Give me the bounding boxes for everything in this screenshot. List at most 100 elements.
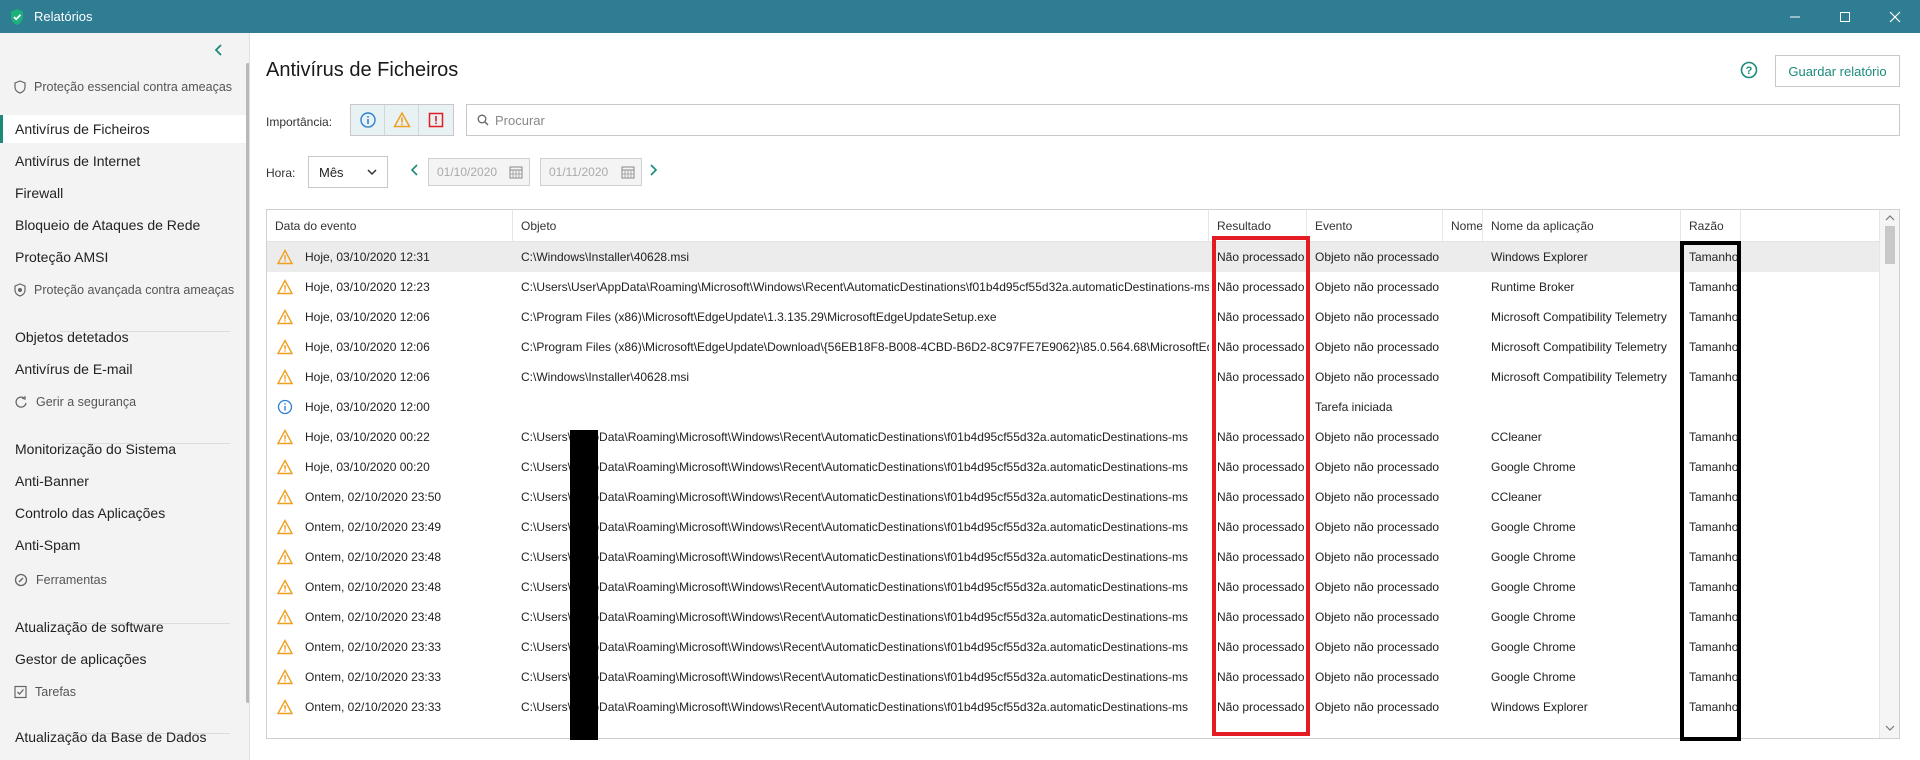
cell-event-date: Hoje, 03/10/2020 00:20 [305,460,430,474]
cell-object: C:\Users\ \AppData\Roaming\Microsoft\Win… [521,550,1188,564]
warning-icon [267,272,297,302]
sidebar-item-anti-spam[interactable]: Anti-Spam [0,531,246,559]
table-row[interactable]: Ontem, 02/10/2020 23:48 C:\Users\ \AppDat… [267,602,1879,632]
cell-app-name: Google Chrome [1491,580,1576,594]
table-row[interactable]: Ontem, 02/10/2020 23:33 C:\Users\ \AppDat… [267,692,1879,722]
table-row[interactable]: Hoje, 03/10/2020 00:20 C:\Users\ \AppData… [267,452,1879,482]
info-icon [267,392,297,422]
search-input[interactable] [495,112,1875,128]
title-bar: Relatórios [0,0,1920,33]
cell-app-name: Microsoft Compatibility Telemetry [1491,340,1667,354]
period-select[interactable]: Mês [308,156,388,188]
sidebar-item-system-watcher[interactable]: Monitorização do Sistema [0,435,246,463]
sidebar-item-web-antivirus[interactable]: Antivírus de Internet [0,147,246,175]
shield-icon [14,80,26,94]
column-header-app-name[interactable]: Nome da aplicação [1483,210,1681,242]
scrollbar-thumb[interactable] [1885,226,1895,264]
table-row[interactable]: Hoje, 03/10/2020 00:22 C:\Users\ \AppData… [267,422,1879,452]
help-icon: ? [1740,61,1758,79]
importance-warning-toggle[interactable] [385,105,419,135]
table-row[interactable]: Ontem, 02/10/2020 23:48 C:\Users\ \AppDat… [267,572,1879,602]
previous-period-button[interactable] [410,164,420,179]
table-row[interactable]: Ontem, 02/10/2020 23:50 C:\Users\ \AppDat… [267,482,1879,512]
cell-event-date: Ontem, 02/10/2020 23:33 [305,700,442,714]
sidebar-section-advanced: Proteção avançada contra ameaças [14,283,234,297]
scroll-up-icon[interactable] [1885,214,1895,222]
warning-icon [267,542,297,572]
sidebar-item-anti-banner[interactable]: Anti-Banner [0,467,246,495]
table-row[interactable]: Hoje, 03/10/2020 12:31 C:\Windows\Install… [267,242,1879,272]
sidebar-item-network-attack-blocker[interactable]: Bloqueio de Ataques de Rede [0,211,246,239]
warning-icon [267,302,297,332]
cell-object: C:\Users\ \AppData\Roaming\Microsoft\Win… [521,580,1188,594]
sidebar-item-firewall[interactable]: Firewall [0,179,246,207]
sidebar-item-file-antivirus[interactable]: Antivírus de Ficheiros [0,115,246,143]
warning-icon [267,422,297,452]
warning-icon [267,482,297,512]
maximize-icon [1840,11,1850,22]
kaspersky-shield-icon [11,8,23,25]
sidebar-item-application-control[interactable]: Controlo das Aplicações [0,499,246,527]
sidebar-item-software-updater[interactable]: Atualização de software [0,613,246,641]
sidebar-item-app-manager[interactable]: Gestor de aplicações [0,645,246,673]
cell-event: Objeto não processado [1315,430,1440,444]
sidebar: Proteção essencial contra ameaças Antiví… [0,33,250,760]
cell-object: C:\Windows\Installer\40628.msi [521,250,690,264]
column-header-name[interactable]: Nome [1443,210,1483,242]
calendar-icon [621,166,635,179]
next-period-button[interactable] [648,164,658,179]
close-button[interactable] [1870,0,1920,33]
sidebar-item-amsi[interactable]: Proteção AMSI [0,243,246,271]
importance-info-toggle[interactable] [351,105,385,135]
shield-gear-icon [14,283,26,297]
cell-app-name: Microsoft Compatibility Telemetry [1491,370,1667,384]
table-row[interactable]: Hoje, 03/10/2020 12:06 C:\Windows\Install… [267,362,1879,392]
maximize-button[interactable] [1820,0,1870,33]
column-header-event-date[interactable]: Data do evento [267,210,513,242]
search-field[interactable] [466,104,1900,136]
save-report-button[interactable]: Guardar relatório [1775,55,1900,87]
table-row[interactable]: Hoje, 03/10/2020 12:23 C:\Users\User\AppD… [267,272,1879,302]
cell-object: C:\Users\User\AppData\Roaming\Microsoft\… [521,280,1209,294]
table-header: Data do evento Objeto Resultado Evento N… [267,210,1899,242]
minimize-button[interactable] [1770,0,1820,33]
table-row[interactable]: Ontem, 02/10/2020 23:49 C:\Users\ \AppDat… [267,512,1879,542]
cell-event-date: Ontem, 02/10/2020 23:50 [305,490,442,504]
importance-label: Importância: [266,115,333,129]
sidebar-item-mail-antivirus[interactable]: Antivírus de E-mail [0,355,246,383]
table-row[interactable]: Ontem, 02/10/2020 23:33 C:\Users\ \AppDat… [267,632,1879,662]
column-header-event[interactable]: Evento [1307,210,1443,242]
column-header-reason[interactable]: Razão [1681,210,1741,242]
table-row[interactable]: Hoje, 03/10/2020 12:00 Tarefa iniciada [267,392,1879,422]
table-scrollbar[interactable] [1879,210,1899,738]
date-from-field[interactable]: 01/10/2020 [428,158,530,186]
highlight-result-column [1212,236,1310,736]
cell-event: Objeto não processado [1315,250,1440,264]
table-row[interactable]: Hoje, 03/10/2020 12:06 C:\Program Files (… [267,332,1879,362]
sidebar-section-manage-security: Gerir a segurança [14,395,136,409]
date-to-value: 01/11/2020 [549,165,609,179]
warning-icon [267,452,297,482]
chevron-down-icon [367,169,377,176]
importance-critical-toggle[interactable] [419,105,453,135]
chevron-left-icon [410,164,418,176]
help-button[interactable]: ? [1740,61,1758,82]
info-icon [359,112,376,128]
cell-event: Objeto não processado [1315,640,1440,654]
warning-icon [267,572,297,602]
cell-object: C:\Users\ \AppData\Roaming\Microsoft\Win… [521,460,1188,474]
table-row[interactable]: Ontem, 02/10/2020 23:48 C:\Users\ \AppDat… [267,542,1879,572]
column-header-object[interactable]: Objeto [513,210,1209,242]
cell-event: Objeto não processado [1315,580,1440,594]
sidebar-item-database-update[interactable]: Atualização da Base de Dados [0,723,246,751]
cell-app-name: Google Chrome [1491,460,1576,474]
sidebar-item-detected-objects[interactable]: Objetos detetados [0,323,246,351]
cell-event-date: Hoje, 03/10/2020 12:06 [305,370,430,384]
table-row[interactable]: Ontem, 02/10/2020 23:33 C:\Users\ \AppDat… [267,662,1879,692]
table-row[interactable]: Hoje, 03/10/2020 12:06 C:\Program Files (… [267,302,1879,332]
time-label: Hora: [266,166,296,180]
date-to-field[interactable]: 01/11/2020 [540,158,642,186]
collapse-sidebar-button[interactable] [208,39,230,61]
scroll-down-icon[interactable] [1885,724,1895,732]
window-title: Relatórios [34,9,93,24]
